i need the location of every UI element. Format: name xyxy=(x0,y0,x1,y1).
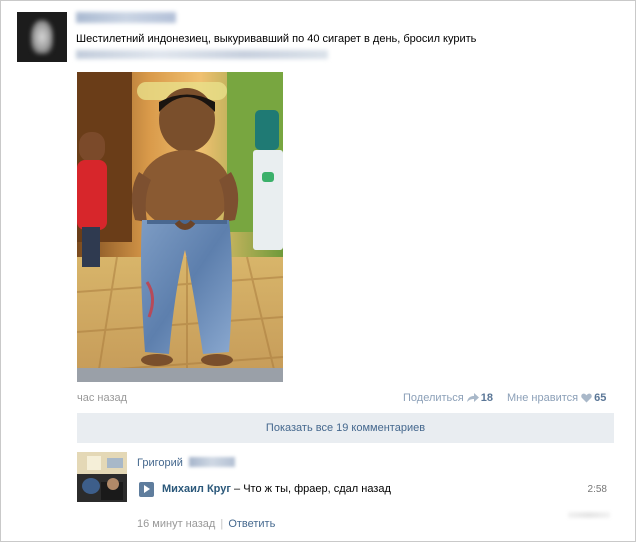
share-label: Поделиться xyxy=(403,392,464,404)
play-icon[interactable] xyxy=(139,482,154,497)
audio-attachment: Михаил Круг – Что ж ты, фраер, сдал наза… xyxy=(137,481,615,499)
audio-track[interactable]: Михаил Круг – Что ж ты, фраер, сдал наза… xyxy=(162,483,391,495)
author-name-blurred[interactable] xyxy=(76,12,176,23)
audio-title[interactable]: Что ж ты, фраер, сдал назад xyxy=(243,483,391,495)
like-button[interactable]: Мне нравится 65 xyxy=(507,392,606,404)
comment-author-surname-blurred[interactable] xyxy=(189,457,235,467)
post-text: Шестилетний индонезиец, выкуривавший по … xyxy=(76,33,477,45)
post-link-blurred[interactable] xyxy=(76,50,328,59)
comment-meta-separator: | xyxy=(220,518,224,530)
post-time[interactable]: час назад xyxy=(77,392,127,404)
author-avatar[interactable] xyxy=(17,12,67,62)
comment-time[interactable]: 16 минут назад xyxy=(137,518,215,530)
share-count: 18 xyxy=(480,392,493,404)
comment-meta: 16 минут назад | Ответить xyxy=(137,518,275,530)
reply-button[interactable]: Ответить xyxy=(228,518,275,530)
post-photo[interactable] xyxy=(77,72,283,382)
audio-artist[interactable]: Михаил Круг xyxy=(162,483,231,495)
watermark-blurred xyxy=(568,512,610,518)
audio-separator: – xyxy=(230,483,244,495)
share-button[interactable]: Поделиться 18 xyxy=(403,392,493,404)
comment-author-avatar[interactable] xyxy=(77,452,127,502)
show-all-comments-button[interactable]: Показать все 19 комментариев xyxy=(77,413,614,443)
like-label: Мне нравится xyxy=(507,392,579,404)
audio-duration: 2:58 xyxy=(587,484,607,495)
comment-author-name[interactable]: Григорий xyxy=(137,457,183,469)
heart-icon xyxy=(581,393,592,403)
share-icon xyxy=(466,393,479,402)
like-count: 65 xyxy=(594,392,607,404)
